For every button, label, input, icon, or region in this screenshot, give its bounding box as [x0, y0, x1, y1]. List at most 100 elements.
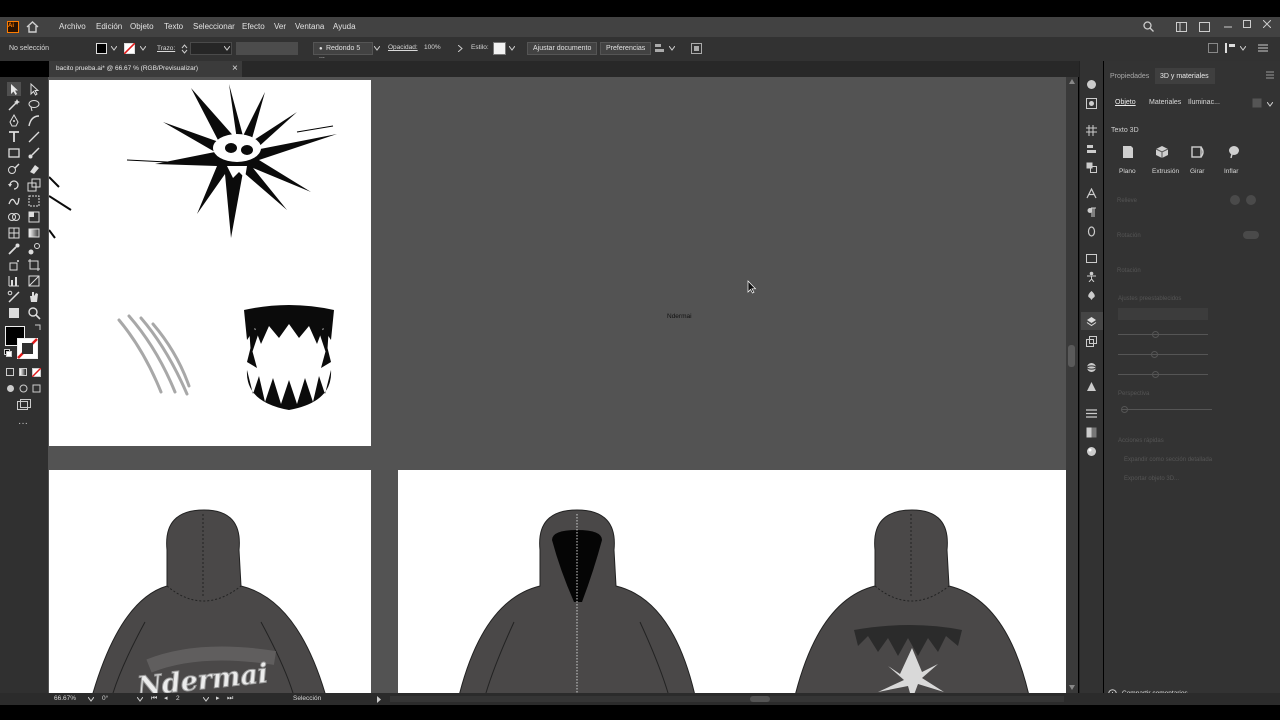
stepper-icon[interactable] — [181, 43, 188, 55]
line-tool-icon[interactable] — [27, 130, 41, 144]
chevron-down-icon[interactable] — [1240, 46, 1246, 51]
opentype-panel-icon[interactable] — [1086, 226, 1097, 237]
last-artboard-icon[interactable]: ⏭ — [227, 695, 233, 702]
inflar-icon[interactable] — [1227, 145, 1241, 159]
menu-icon[interactable] — [1258, 43, 1268, 53]
scroll-down-icon[interactable] — [1069, 685, 1075, 690]
workspace-icon[interactable] — [1176, 22, 1187, 32]
subtab-objeto[interactable]: Objeto — [1115, 99, 1136, 106]
type-extrusion-label[interactable]: Extrusión — [1152, 168, 1179, 176]
minimize-icon[interactable] — [1224, 23, 1232, 31]
scale-tool-icon[interactable] — [27, 178, 41, 192]
fill-swatch[interactable] — [96, 43, 107, 54]
menu-ver[interactable]: Ver — [274, 23, 286, 31]
pen-tool-icon[interactable] — [7, 114, 21, 128]
arrange-icon[interactable] — [1199, 22, 1210, 32]
scissors-tool-icon[interactable] — [7, 290, 21, 304]
brush-definition-dropdown[interactable]: ● Redondo 5 ... — [313, 42, 373, 60]
paragraph-panel-icon[interactable] — [1086, 207, 1097, 218]
draw-inside-icon[interactable] — [32, 384, 41, 393]
swatches-panel-icon[interactable] — [1086, 98, 1097, 109]
stroke-panel-icon[interactable] — [1086, 408, 1097, 419]
restore-icon[interactable] — [1243, 20, 1251, 28]
transparency-panel-icon[interactable] — [1086, 427, 1097, 438]
close-tab-icon[interactable]: × — [232, 64, 238, 74]
preferences-button[interactable]: Preferencias — [600, 42, 652, 55]
isolate-icon[interactable] — [691, 43, 702, 54]
type-inflar-label[interactable]: Inflar — [1224, 168, 1238, 176]
menu-archivo[interactable]: Archivo — [59, 23, 86, 31]
column-graph-tool-icon[interactable] — [7, 274, 21, 288]
rectangle-tool-icon[interactable] — [7, 146, 21, 160]
search-icon[interactable] — [1143, 21, 1154, 32]
image-trace-panel-icon[interactable] — [1086, 253, 1097, 264]
artboard-number[interactable]: 2 — [176, 695, 180, 703]
direct-selection-tool-icon[interactable] — [27, 82, 41, 96]
tab-3d-materiales[interactable]: 3D y materiales — [1160, 73, 1209, 80]
live-paint-tool-icon[interactable] — [27, 210, 41, 224]
blend-tool-icon[interactable] — [27, 242, 41, 256]
type-plano-label[interactable]: Plano — [1119, 168, 1136, 176]
layers-panel-icon[interactable] — [1086, 316, 1097, 327]
symbol-sprayer-tool-icon[interactable] — [7, 258, 21, 272]
artboard-3[interactable] — [398, 470, 1066, 693]
document-tab[interactable]: bacito prueba.ai* @ 66.67 % (RGB/Previsu… — [49, 61, 242, 77]
align-icon[interactable] — [654, 43, 666, 54]
next-artboard-icon[interactable]: ▸ — [216, 695, 220, 702]
menu-efecto[interactable]: Efecto — [242, 23, 265, 31]
plano-icon[interactable] — [1121, 145, 1135, 159]
artboard-2[interactable]: Ndermai — [49, 470, 371, 693]
align-panel-icon[interactable] — [1086, 144, 1097, 155]
chevron-down-icon[interactable] — [140, 46, 146, 51]
artwork-spiky-skull[interactable] — [49, 80, 371, 446]
character-panel-icon[interactable] — [1086, 188, 1097, 199]
menu-seleccionar[interactable]: Seleccionar — [193, 23, 235, 31]
chevron-down-icon[interactable] — [509, 46, 515, 51]
draw-normal-icon[interactable] — [6, 384, 15, 393]
gradient-mode-button[interactable] — [19, 368, 27, 376]
paintbrush-tool-icon[interactable] — [27, 146, 41, 160]
pathfinder-panel-icon[interactable] — [1086, 162, 1097, 173]
artboard-1[interactable] — [49, 80, 371, 446]
artboard-tool-icon[interactable] — [27, 258, 41, 272]
chevron-down-icon[interactable] — [137, 697, 143, 702]
variable-width-profile[interactable] — [236, 42, 298, 55]
print-tiling-tool-icon[interactable] — [7, 306, 21, 320]
shaper-tool-icon[interactable] — [7, 162, 21, 176]
hand-tool-icon[interactable] — [27, 290, 41, 304]
eyedropper-tool-icon[interactable] — [7, 242, 21, 256]
subtab-materiales[interactable]: Materiales — [1149, 99, 1181, 106]
graphic-style-swatch[interactable] — [493, 42, 506, 55]
panel-menu-icon[interactable] — [1266, 71, 1274, 79]
previous-artboard-icon[interactable]: ◂ — [164, 695, 168, 702]
fit-document-button[interactable]: Ajustar documento — [527, 42, 598, 55]
appearance-panel-icon[interactable] — [1086, 381, 1097, 392]
vertical-scrollbar[interactable] — [1066, 77, 1078, 693]
arrange-documents-icon[interactable] — [1208, 43, 1218, 53]
first-artboard-icon[interactable]: ⏮ — [151, 695, 157, 702]
free-transform-tool-icon[interactable] — [27, 194, 41, 208]
chevron-down-icon[interactable] — [88, 697, 94, 702]
subtab-iluminacion[interactable]: Iluminac... — [1188, 99, 1220, 106]
horizontal-scrollbar[interactable] — [390, 696, 1064, 702]
opacity-label[interactable]: Opacidad: — [388, 44, 418, 52]
scroll-up-icon[interactable] — [1069, 79, 1075, 84]
type-tool-icon[interactable] — [7, 130, 21, 144]
extrusion-icon[interactable] — [1155, 145, 1169, 159]
menu-texto[interactable]: Texto — [164, 23, 183, 31]
hoodie-back-with-logo[interactable] — [49, 470, 371, 693]
rotation-value[interactable]: 0° — [102, 695, 108, 703]
render-icon[interactable] — [1252, 98, 1262, 108]
horizontal-scroll-thumb[interactable] — [750, 696, 770, 702]
scroll-thumb[interactable] — [1068, 345, 1075, 367]
chevron-down-icon[interactable] — [1267, 102, 1273, 107]
home-icon[interactable] — [26, 21, 39, 33]
mesh-tool-icon[interactable] — [7, 226, 21, 240]
selection-tool-icon[interactable] — [7, 82, 21, 96]
draw-behind-icon[interactable] — [19, 384, 28, 393]
zoom-level[interactable]: 66.67% — [54, 695, 76, 703]
canvas-text-label[interactable]: Ndermai — [667, 313, 692, 321]
girar-icon[interactable] — [1191, 145, 1205, 159]
chevron-down-icon[interactable] — [374, 46, 380, 51]
eraser-tool-icon[interactable] — [27, 162, 41, 176]
